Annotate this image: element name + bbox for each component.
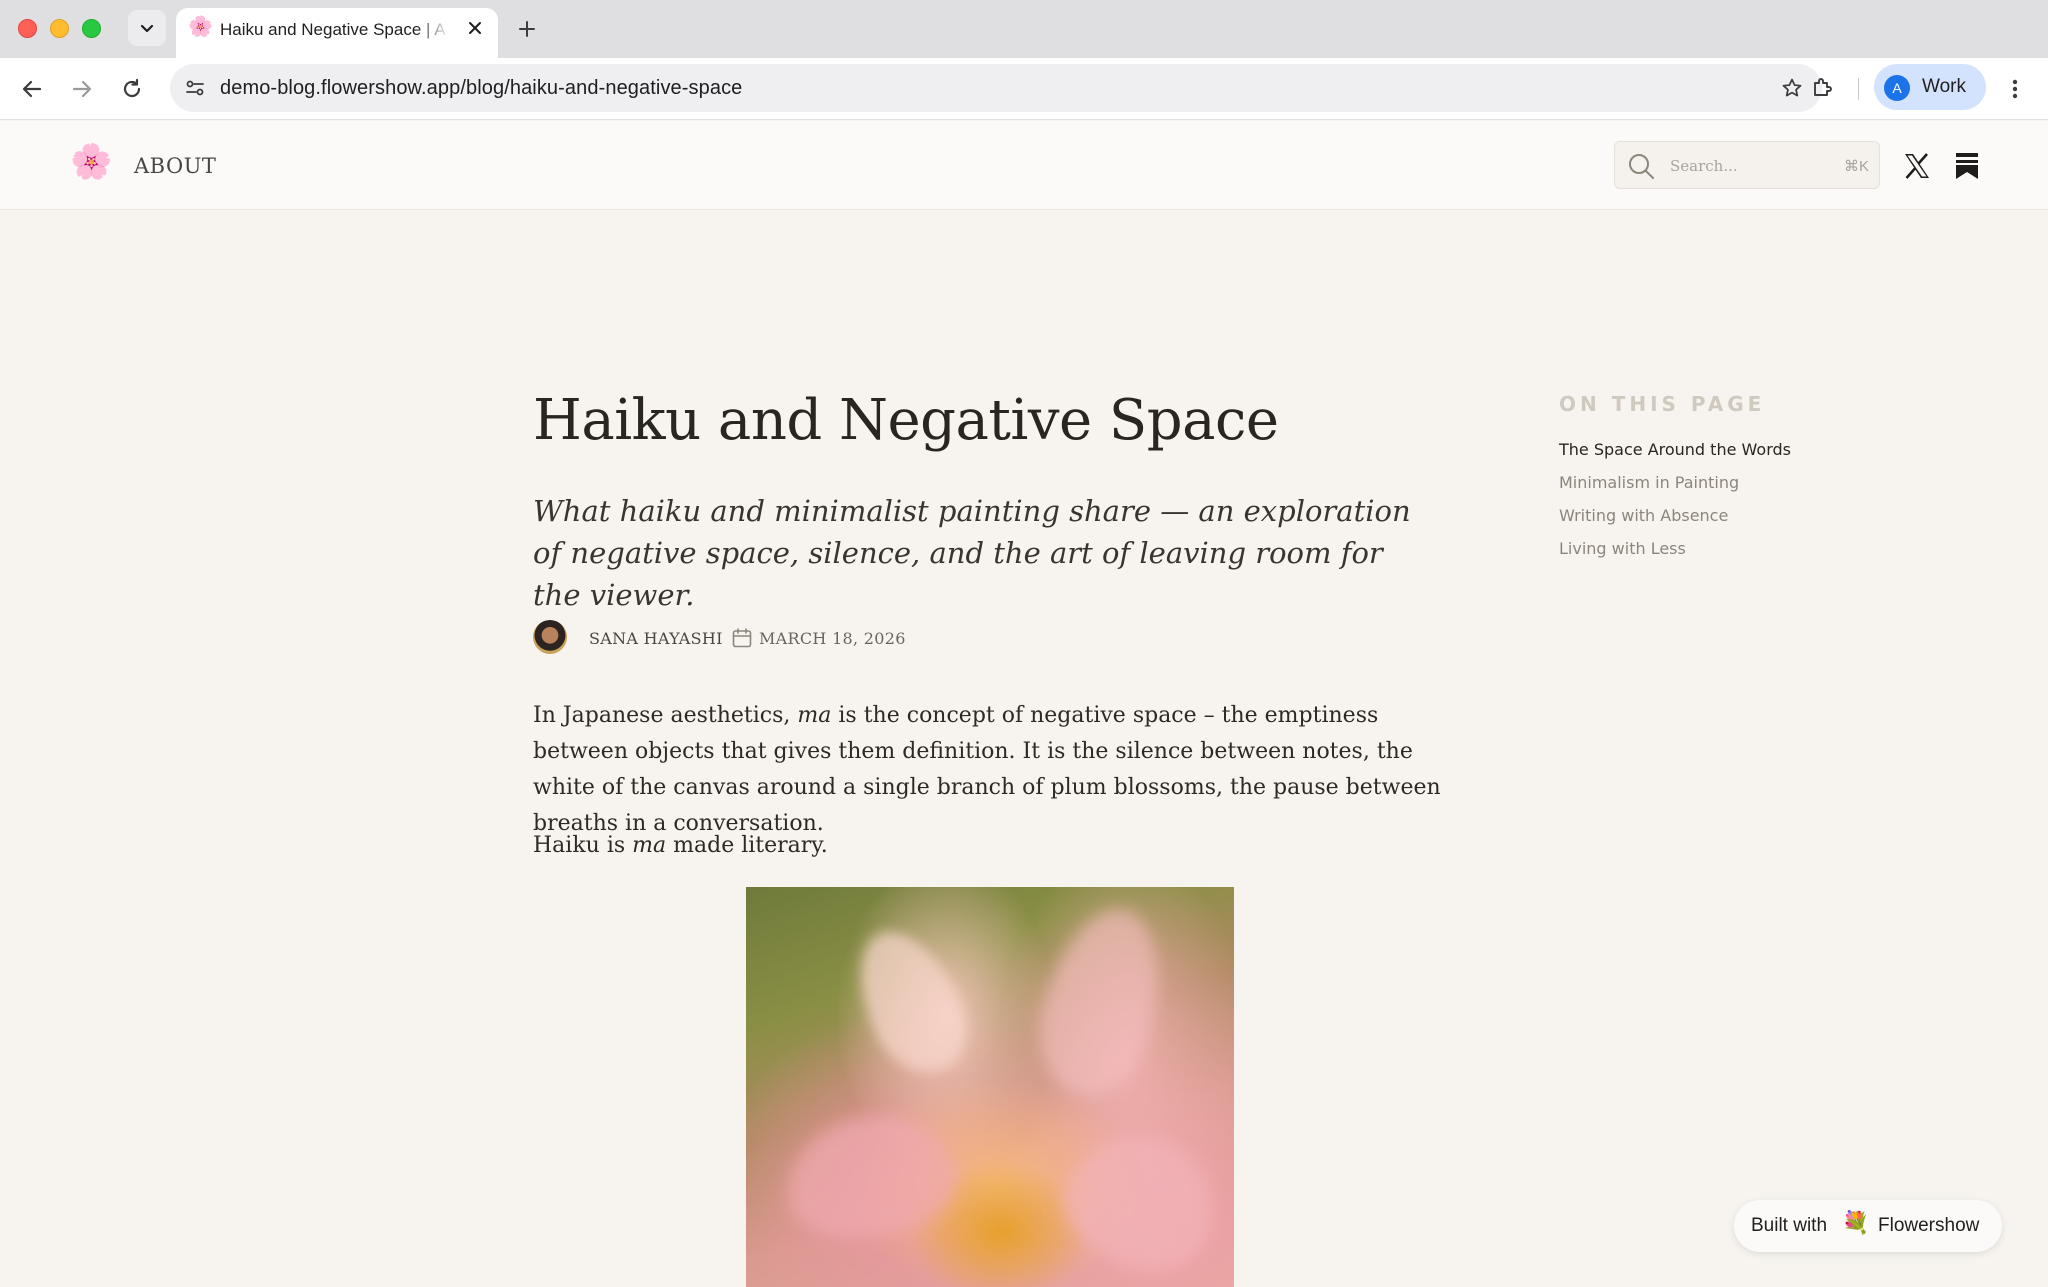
built-with-flowershow-badge[interactable]: Built with 💐 Flowershow [1734, 1200, 2002, 1252]
tab-favicon: 🌸 [188, 16, 213, 38]
x-logo-icon [1905, 153, 1929, 179]
site-header: 🌸 ABOUT Search... ⌘K [0, 121, 2048, 210]
paragraph-intro: In Japanese aesthetics, ma is the concep… [533, 698, 1463, 842]
toolbar-divider [1858, 78, 1859, 100]
search-icon [1629, 154, 1654, 179]
article-title: Haiku and Negative Space [533, 388, 1279, 453]
browser-toolbar: demo-blog.flowershow.app/blog/haiku-and-… [0, 58, 2048, 120]
site-logo[interactable]: 🌸 [70, 145, 112, 179]
petal-shape [838, 915, 984, 1089]
reload-icon [123, 78, 141, 98]
extensions-icon [1814, 78, 1832, 96]
star-icon [1782, 78, 1802, 97]
tab-search-button[interactable] [128, 10, 166, 46]
back-arrow-icon [22, 80, 42, 98]
close-window-button[interactable] [18, 19, 37, 38]
tab-active[interactable]: 🌸 Haiku and Negative Space | A [176, 8, 498, 58]
search-box[interactable]: Search... ⌘K [1614, 141, 1880, 189]
tab-strip: 🌸 Haiku and Negative Space | A [0, 0, 2048, 58]
badge-text-flowershow: Flowershow [1878, 1215, 1980, 1236]
browser-menu-button[interactable] [2000, 72, 2030, 106]
bookmark-icon [1956, 153, 1978, 179]
bookmark-link[interactable] [1954, 151, 1980, 181]
site-info-button[interactable] [180, 73, 210, 103]
x-social-link[interactable] [1902, 151, 1932, 181]
author-avatar [533, 620, 567, 654]
petal-shape [1048, 1115, 1234, 1287]
close-icon [469, 22, 481, 34]
flower-photo [746, 887, 1234, 1287]
nav-link-about[interactable]: ABOUT [134, 154, 216, 178]
extensions-button[interactable] [1806, 70, 1840, 104]
reload-button[interactable] [115, 72, 149, 106]
new-tab-button[interactable] [512, 14, 542, 44]
toc-list: The Space Around the Words Minimalism in… [1559, 434, 1859, 566]
zoom-window-button[interactable] [82, 19, 101, 38]
address-bar[interactable]: demo-blog.flowershow.app/blog/haiku-and-… [170, 64, 1822, 112]
toc-item-living-less[interactable]: Living with Less [1559, 533, 1859, 566]
forward-button[interactable] [65, 72, 99, 106]
toc-item-minimalism-painting[interactable]: Minimalism in Painting [1559, 467, 1859, 500]
petal-shape [1023, 896, 1179, 1108]
text-run: Haiku is [533, 833, 633, 858]
toc-heading: ON THIS PAGE [1559, 392, 1766, 416]
emphasis-ma: ma [632, 833, 667, 858]
plus-icon [519, 21, 535, 37]
toc-item-writing-absence[interactable]: Writing with Absence [1559, 500, 1859, 533]
chevron-down-icon [140, 24, 154, 33]
badge-text-built-with: Built with [1751, 1215, 1828, 1236]
text-run: In Japanese aesthetics, [533, 703, 798, 728]
petal-shape [776, 1103, 966, 1251]
bookmark-star-button[interactable] [1778, 74, 1806, 102]
search-placeholder: Search... [1670, 157, 1738, 175]
tab-title: Haiku and Negative Space | A [220, 20, 446, 39]
browser-window: 🌸 Haiku and Negative Space | A demo-blog… [0, 0, 2048, 1287]
profile-avatar: A [1884, 75, 1910, 101]
back-button[interactable] [15, 72, 49, 106]
search-shortcut: ⌘K [1843, 158, 1869, 175]
profile-name: Work [1922, 76, 1966, 97]
author-name[interactable]: SANA HAYASHI [589, 629, 723, 648]
article-meta: SANA HAYASHI MARCH 18, 2026 [533, 620, 1133, 656]
toc-item-space-around-words[interactable]: The Space Around the Words [1559, 434, 1859, 467]
minimize-window-button[interactable] [50, 19, 69, 38]
forward-arrow-icon [72, 80, 92, 98]
tab-close-button[interactable] [466, 19, 484, 37]
post-date: MARCH 18, 2026 [759, 629, 906, 648]
site-info-icon [186, 80, 204, 96]
flowershow-logo-icon: 💐 [1842, 1210, 1870, 1235]
emphasis-ma: ma [797, 703, 832, 728]
paragraph-haiku: Haiku is ma made literary. [533, 828, 1463, 864]
url-text[interactable]: demo-blog.flowershow.app/blog/haiku-and-… [220, 77, 742, 100]
text-run: made literary. [666, 833, 828, 858]
kebab-menu-icon [2012, 79, 2018, 99]
profile-button[interactable]: A Work [1874, 64, 1986, 110]
article-subtitle: What haiku and minimalist painting share… [533, 494, 1411, 612]
calendar-icon [732, 628, 752, 648]
